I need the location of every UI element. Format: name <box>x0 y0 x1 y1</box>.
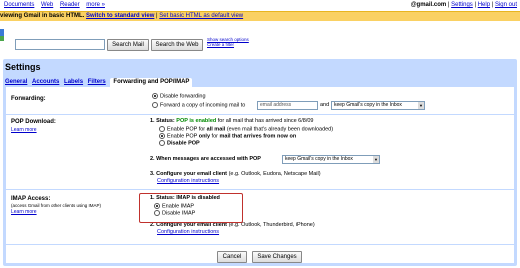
imap-section: IMAP Access: (access Gmail from other cl… <box>6 190 514 242</box>
pop-opt1-note: (even mail that's already been downloade… <box>226 126 334 133</box>
forward-email-field[interactable]: email address <box>257 101 318 110</box>
imap-sublabel: (access Gmail from other clients using I… <box>11 203 102 208</box>
imap-highlight-box <box>139 193 243 223</box>
pop-from-now-radio[interactable] <box>159 133 165 139</box>
pop-status-suffix: for all mail that has arrived since 6/8/… <box>217 118 314 124</box>
imap-label: IMAP Access: <box>11 196 51 202</box>
cancel-button[interactable]: Cancel <box>217 251 247 263</box>
top-nav: Documents Web Reader more » <box>4 2 110 8</box>
account-email: @gmail.com <box>410 2 447 8</box>
imap-learn-more-link[interactable]: Learn more <box>11 209 37 215</box>
tab-filters[interactable]: Filters <box>88 79 106 85</box>
basic-html-banner: viewing Gmail in basic HTML. Switch to s… <box>0 11 520 21</box>
gmail-logo-fragment-green <box>0 36 4 41</box>
disable-forwarding-label: Disable forwarding <box>160 93 206 100</box>
settings-link[interactable]: Settings <box>451 2 473 8</box>
top-link-more[interactable]: more » <box>86 2 105 8</box>
tab-labels[interactable]: Labels <box>64 79 83 85</box>
settings-content: Forwarding: Disable forwarding Forward a… <box>6 87 514 263</box>
disable-forwarding-radio[interactable] <box>152 93 158 99</box>
chevron-down-icon: ▼ <box>418 102 424 109</box>
banner-text: viewing Gmail in basic HTML. <box>0 13 85 19</box>
pop-step3-title: 3. Configure your email client <box>150 171 228 177</box>
pop-status-enabled: POP is enabled <box>176 118 217 124</box>
forwarding-and-text: and <box>320 102 330 108</box>
account-nav: @gmail.com | Settings | Help | Sign out <box>410 2 517 8</box>
sign-out-link[interactable]: Sign out <box>495 2 517 8</box>
pop-all-mail-radio[interactable] <box>159 126 165 132</box>
forwarding-section: Forwarding: Disable forwarding Forward a… <box>6 91 514 113</box>
top-link-web[interactable]: Web <box>41 2 53 8</box>
pop-config-instructions-link[interactable]: Configuration instructions <box>157 178 219 184</box>
forwarding-label: Forwarding: <box>11 96 46 102</box>
pop-keep-select-value: keep Gmail's copy in the Inbox <box>285 156 353 162</box>
pop-step3-examples: (e.g. Outlook, Eudora, Netscape Mail) <box>228 171 321 177</box>
search-options: Show search options Create a filter <box>207 37 249 47</box>
top-link-reader[interactable]: Reader <box>60 2 80 8</box>
pop-opt2-bold: mail that arrives from now on <box>219 133 297 140</box>
set-default-view-link[interactable]: Set basic HTML as default view <box>159 13 243 19</box>
settings-tabs: General Accounts Labels Filters Forwardi… <box>5 78 195 87</box>
imap-config-instructions-link[interactable]: Configuration instructions <box>157 229 219 235</box>
forward-keep-select[interactable]: keep Gmail's copy in the Inbox ▼ <box>331 101 425 110</box>
chevron-down-icon: ▼ <box>373 156 379 163</box>
search-mail-button[interactable]: Search Mail <box>107 39 149 51</box>
tab-forwarding-pop-imap[interactable]: Forwarding and POP/IMAP <box>110 78 193 87</box>
divider <box>6 244 514 245</box>
top-bar: Documents Web Reader more » @gmail.com |… <box>0 0 520 10</box>
pop-step3: 3. Configure your email client (e.g. Out… <box>150 171 321 177</box>
pop-status-prefix: 1. Status: <box>150 118 175 124</box>
pop-disable-label: Disable POP <box>167 140 200 147</box>
pop-opt2-text: Enable POP <box>167 133 198 140</box>
pop-label: POP Download: <box>11 119 56 125</box>
tab-accounts[interactable]: Accounts <box>32 79 59 85</box>
forward-keep-select-value: keep Gmail's copy in the Inbox <box>334 102 402 108</box>
switch-standard-view-link[interactable]: Switch to standard view <box>86 13 154 19</box>
forward-copy-label: Forward a copy of incoming mail to <box>160 102 246 109</box>
create-filter-link[interactable]: Create a filter <box>207 42 249 47</box>
pop-learn-more-link[interactable]: Learn more <box>11 127 37 133</box>
page-title: Settings <box>5 62 41 72</box>
pop-opt1-text: Enable POP for <box>167 126 206 133</box>
pop-keep-select[interactable]: keep Gmail's copy in the Inbox ▼ <box>282 155 380 164</box>
search-web-button[interactable]: Search the Web <box>151 39 203 51</box>
top-link-documents[interactable]: Documents <box>4 2 34 8</box>
search-input[interactable] <box>15 39 105 50</box>
save-changes-button[interactable]: Save Changes <box>252 251 302 263</box>
pop-step2: 2. When messages are accessed with POP <box>150 156 261 162</box>
pop-opt2-for: for <box>211 133 218 140</box>
pop-status: 1. Status: POP is enabled for all mail t… <box>150 118 313 124</box>
pop-opt1-bold: all mail <box>206 126 226 133</box>
pop-opt2-only: only <box>198 133 211 140</box>
forward-copy-radio[interactable] <box>152 102 158 108</box>
pop-section: POP Download: Learn more 1. Status: POP … <box>6 115 514 189</box>
pop-disable-radio[interactable] <box>159 140 165 146</box>
tab-general[interactable]: General <box>5 79 27 85</box>
help-link[interactable]: Help <box>478 2 490 8</box>
